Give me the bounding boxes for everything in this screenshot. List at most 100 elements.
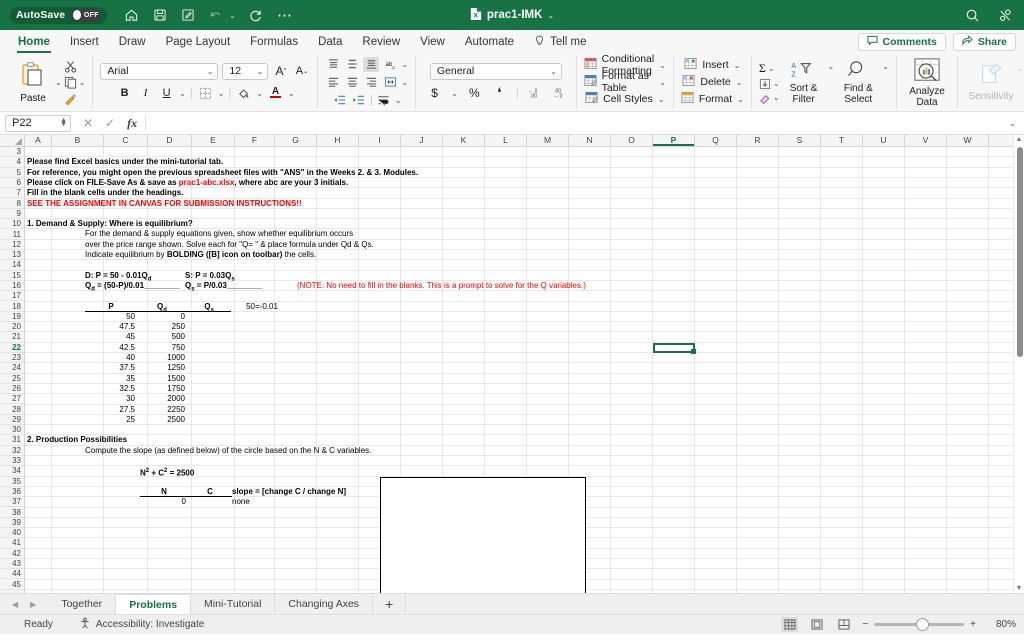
column-header-E[interactable]: E xyxy=(192,135,235,146)
column-header-W[interactable]: W xyxy=(947,135,989,146)
currency-dropdown-icon[interactable]: ⌄ xyxy=(451,89,458,98)
save-icon[interactable] xyxy=(151,7,168,24)
sensitivity-button[interactable]: Sensitivity xyxy=(965,62,1017,102)
zoom-slider[interactable]: − + xyxy=(862,619,976,630)
italic-button[interactable]: I xyxy=(137,85,154,102)
sheet-tab-problems[interactable]: Problems xyxy=(116,594,191,614)
row-header-6[interactable]: 6 xyxy=(0,178,24,188)
column-header-H[interactable]: H xyxy=(317,135,359,146)
zoom-level[interactable]: 80% xyxy=(986,619,1016,630)
row-header-31[interactable]: 31 xyxy=(0,435,24,445)
borders-dropdown-icon[interactable]: ⌄ xyxy=(218,89,225,98)
row-header-16[interactable]: 16 xyxy=(0,281,24,291)
page-break-view-icon[interactable] xyxy=(835,617,852,632)
column-header-Q[interactable]: Q xyxy=(695,135,737,146)
sheet-tab-changing-axes[interactable]: Changing Axes xyxy=(275,594,373,614)
row-header-32[interactable]: 32 xyxy=(0,446,24,456)
cut-button[interactable] xyxy=(64,60,86,73)
underline-button[interactable]: U xyxy=(158,85,175,102)
column-header-B[interactable]: B xyxy=(52,135,104,146)
column-header-I[interactable]: I xyxy=(359,135,401,146)
row-header-5[interactable]: 5 xyxy=(0,168,24,178)
insert-function-icon[interactable]: fx xyxy=(127,116,137,131)
sensitivity-dropdown-icon[interactable]: ⌄ xyxy=(1017,64,1024,73)
row-header-24[interactable]: 24 xyxy=(0,363,24,373)
sheet-next-icon[interactable]: ▶ xyxy=(30,600,36,609)
number-format-select[interactable]: General⌄ xyxy=(430,63,562,80)
row-header-44[interactable]: 44 xyxy=(0,569,24,579)
copy-dropdown-icon[interactable]: ⌄ xyxy=(79,78,86,87)
autosave-switch[interactable]: OFF xyxy=(71,9,100,22)
column-header-P[interactable]: P xyxy=(653,135,695,146)
row-header-8[interactable]: 8 xyxy=(0,198,24,208)
grow-font-icon[interactable]: A^ xyxy=(272,63,289,80)
format-cells-button[interactable]: Format ⌄ xyxy=(681,92,744,107)
more-commands-icon[interactable]: ⋯ xyxy=(277,8,293,23)
row-header-20[interactable]: 20 xyxy=(0,322,24,332)
accessibility-status[interactable]: Accessibility: Investigate xyxy=(79,617,204,632)
sort-filter-dropdown-icon[interactable]: ⌄ xyxy=(828,62,835,71)
wrap-text-icon[interactable] xyxy=(376,93,392,108)
chevron-down-icon[interactable]: ⌄ xyxy=(547,11,554,20)
add-sheet-button[interactable]: + xyxy=(373,594,406,614)
insert-cells-button[interactable]: Insert ⌄ xyxy=(684,58,740,73)
row-header-18[interactable]: 18 xyxy=(0,301,24,311)
row-header-41[interactable]: 41 xyxy=(0,538,24,548)
normal-view-icon[interactable] xyxy=(781,617,798,632)
zoom-out-button[interactable]: − xyxy=(862,619,868,630)
comments-button[interactable]: Comments xyxy=(858,33,946,51)
row-header-29[interactable]: 29 xyxy=(0,415,24,425)
home-icon[interactable] xyxy=(123,7,140,24)
tab-formulas[interactable]: Formulas xyxy=(240,30,308,54)
selected-cell-P22[interactable] xyxy=(653,343,695,353)
vertical-scroll-thumb[interactable] xyxy=(1017,147,1023,357)
align-bottom-icon[interactable] xyxy=(363,57,379,72)
chart-object[interactable] xyxy=(380,477,586,593)
find-select-button[interactable]: Find & Select xyxy=(838,60,878,105)
row-header-17[interactable]: 17 xyxy=(0,291,24,301)
font-color-dropdown-icon[interactable]: ⌄ xyxy=(288,89,295,98)
find-select-dropdown-icon[interactable]: ⌄ xyxy=(882,62,889,71)
row-header-7[interactable]: 7 xyxy=(0,188,24,198)
tab-data[interactable]: Data xyxy=(308,30,352,54)
row-header-14[interactable]: 14 xyxy=(0,260,24,270)
row-header-38[interactable]: 38 xyxy=(0,507,24,517)
clear-button[interactable]: ⌄ xyxy=(759,92,780,104)
align-middle-icon[interactable] xyxy=(344,57,360,72)
comma-button[interactable]: ❛ xyxy=(491,85,508,102)
settings-icon[interactable] xyxy=(997,7,1014,24)
sheet-tab-mini-tutorial[interactable]: Mini-Tutorial xyxy=(191,594,275,614)
orientation-dropdown-icon[interactable]: ⌄ xyxy=(401,60,408,69)
row-header-40[interactable]: 40 xyxy=(0,528,24,538)
borders-icon[interactable] xyxy=(197,85,214,102)
align-center-icon[interactable] xyxy=(344,75,360,90)
zoom-in-button[interactable]: + xyxy=(970,619,976,630)
cell-styles-button[interactable]: Cell Styles ⌄ xyxy=(585,92,664,107)
format-painter-button[interactable] xyxy=(64,92,86,105)
column-header-M[interactable]: M xyxy=(527,135,569,146)
increase-decimal-icon[interactable]: ←.0.00 xyxy=(527,85,544,102)
shrink-font-icon[interactable]: A⌄ xyxy=(293,63,310,80)
row-header-15[interactable]: 15 xyxy=(0,271,24,281)
name-box[interactable]: P22 ▲▼ xyxy=(5,115,71,132)
row-header-43[interactable]: 43 xyxy=(0,559,24,569)
bold-button[interactable]: B xyxy=(116,85,133,102)
format-as-table-button[interactable]: Format as Table ⌄ xyxy=(584,75,666,90)
grid-cells[interactable]: Please find Excel basics under the mini-… xyxy=(25,147,1024,593)
search-icon[interactable] xyxy=(964,7,981,24)
cancel-entry-icon[interactable]: ✕ xyxy=(83,116,93,130)
column-header-T[interactable]: T xyxy=(821,135,863,146)
row-header-21[interactable]: 21 xyxy=(0,332,24,342)
row-header-19[interactable]: 19 xyxy=(0,312,24,322)
fill-handle[interactable] xyxy=(691,349,696,354)
font-name-select[interactable]: Arial⌄ xyxy=(100,63,218,80)
scroll-up-icon[interactable]: ▲ xyxy=(1014,136,1024,143)
tab-review[interactable]: Review xyxy=(352,30,410,54)
paste-dropdown-icon[interactable]: ⌄ xyxy=(55,78,62,87)
cell-styles-dropdown-icon[interactable]: ⌄ xyxy=(658,95,665,104)
autosum-button[interactable]: Σ⌄ xyxy=(759,61,780,76)
row-header-9[interactable]: 9 xyxy=(0,209,24,219)
autosave-toggle[interactable]: AutoSave OFF xyxy=(10,7,107,24)
scroll-down-icon[interactable]: ▼ xyxy=(1014,585,1024,592)
copy-button[interactable]: ⌄ xyxy=(64,76,86,89)
